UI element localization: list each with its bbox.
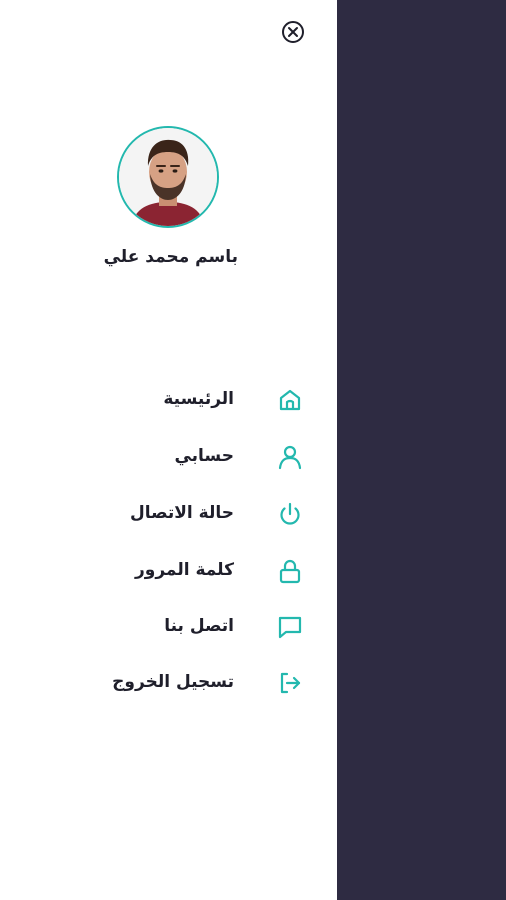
menu-item-label: الرئيسية (163, 389, 234, 409)
home-icon (276, 386, 304, 414)
user-icon (276, 443, 304, 471)
menu-item-label: اتصل بنا (164, 616, 234, 636)
menu-item-connection-status[interactable]: حالة الاتصال (90, 494, 310, 534)
menu-item-label: حسابي (174, 446, 234, 466)
message-icon (276, 613, 304, 641)
power-icon (276, 500, 304, 528)
drawer-backdrop[interactable] (337, 0, 506, 900)
user-name: باسم محمد علي (103, 247, 238, 267)
menu-item-password[interactable]: كلمة المرور (90, 551, 310, 591)
menu-item-label: تسجيل الخروج (112, 672, 234, 692)
lock-icon (276, 557, 304, 585)
avatar[interactable] (117, 126, 219, 228)
logout-icon (276, 669, 304, 697)
menu-item-home[interactable]: الرئيسية (90, 380, 310, 420)
menu-item-label: كلمة المرور (135, 560, 234, 580)
navigation-drawer: باسم محمد علي الرئيسية حسابي حالة الاتصا… (0, 0, 337, 900)
menu-item-logout[interactable]: تسجيل الخروج (90, 663, 310, 703)
menu-item-account[interactable]: حسابي (90, 437, 310, 477)
close-button[interactable] (281, 20, 305, 44)
menu-item-contact-us[interactable]: اتصل بنا (90, 607, 310, 647)
close-icon (282, 21, 304, 43)
menu-item-label: حالة الاتصال (129, 503, 234, 523)
